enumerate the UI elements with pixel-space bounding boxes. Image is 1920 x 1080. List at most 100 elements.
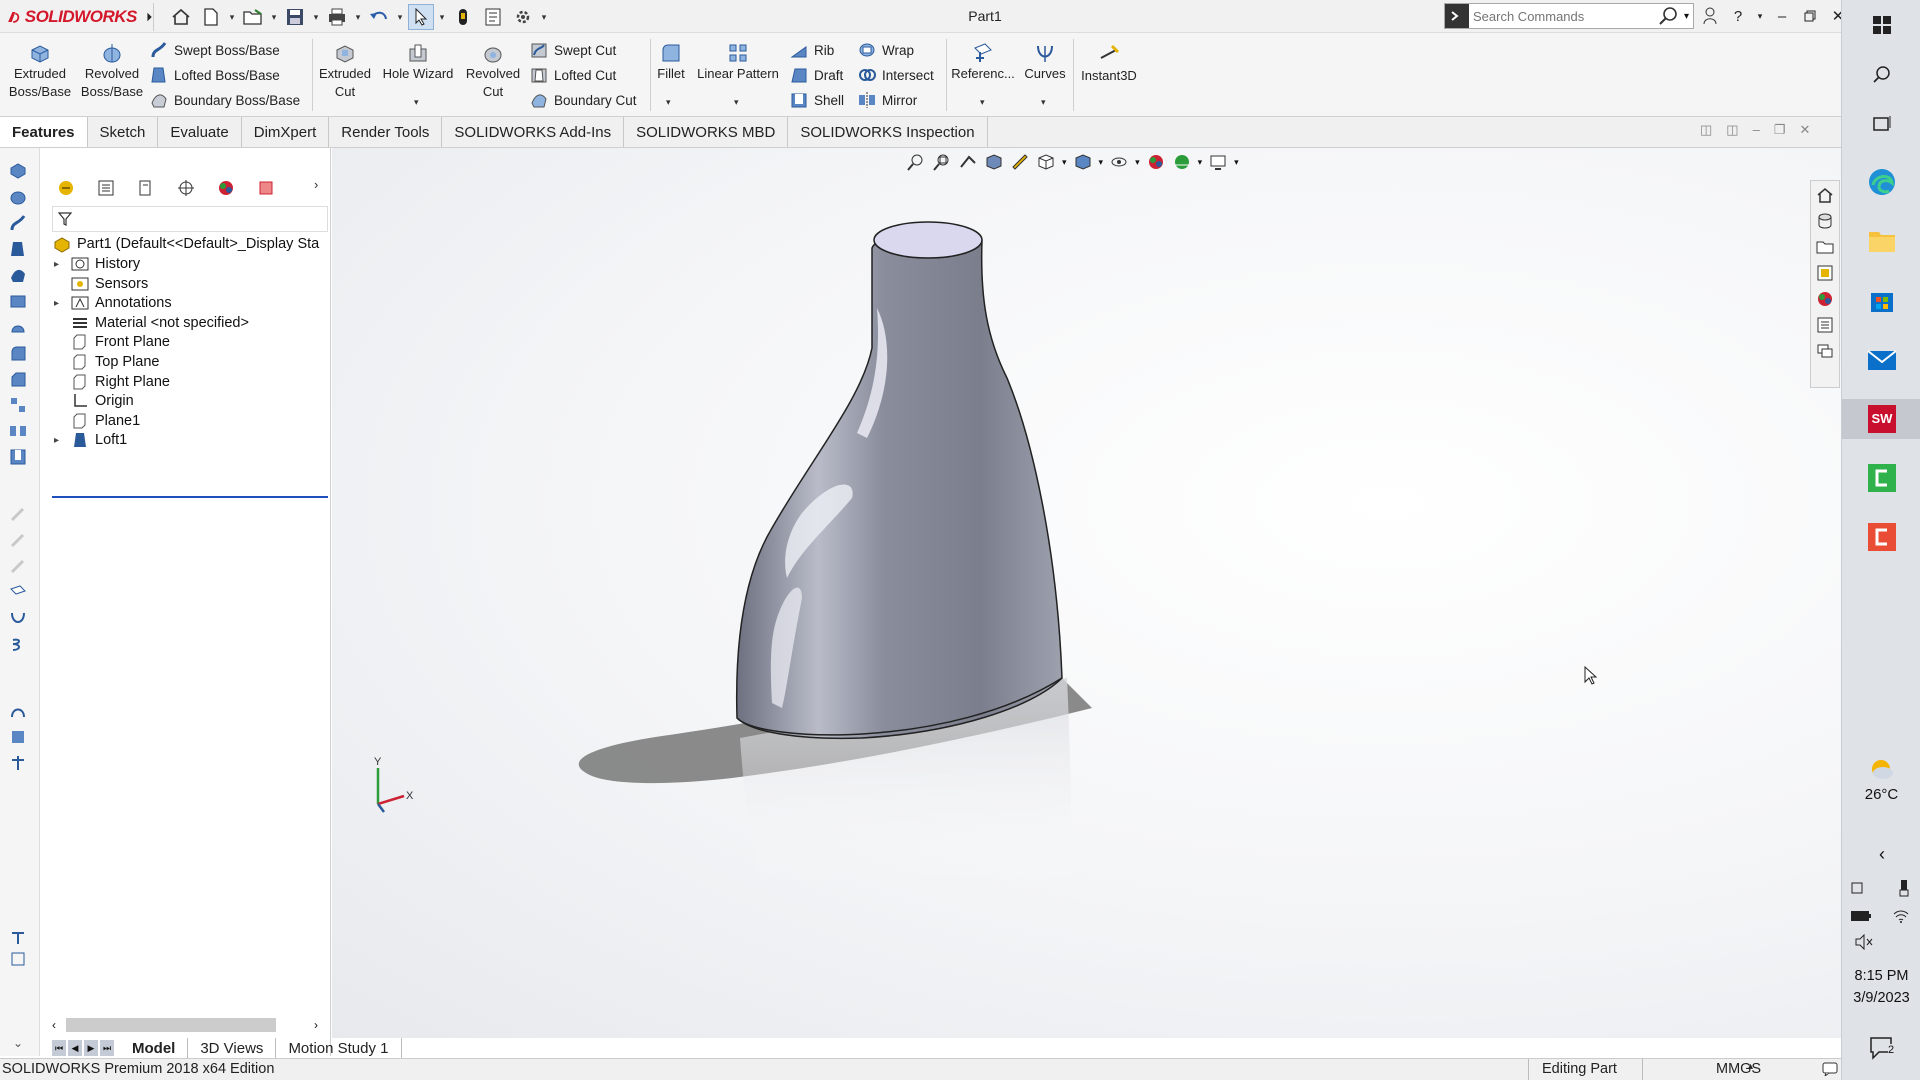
home-icon[interactable] [168, 4, 194, 30]
linear-pattern-button[interactable]: Linear Pattern [692, 41, 784, 83]
displaymanager-tab-icon[interactable] [212, 175, 240, 201]
tab-render-tools[interactable]: Render Tools [329, 117, 443, 147]
lofted-boss-button[interactable]: Lofted Boss/Base [150, 64, 280, 86]
boundary-boss-button[interactable]: Boundary Boss/Base [150, 89, 300, 111]
featuremanager-tab-icon[interactable] [52, 175, 80, 201]
prev-tab-icon[interactable]: ◀ [68, 1040, 82, 1056]
draft-button[interactable]: Draft [790, 64, 843, 86]
user-icon[interactable] [1700, 3, 1720, 29]
instant3d-button[interactable]: Instant3D [1076, 41, 1142, 85]
previous-view-icon[interactable] [958, 152, 978, 172]
doc-restore-icon[interactable]: ❐ [1774, 122, 1786, 138]
search-icon[interactable] [1658, 6, 1680, 26]
revolved-cut-button[interactable]: Revolved Cut [460, 41, 526, 101]
dynamic-annotation-icon[interactable] [1010, 152, 1030, 172]
linear-pattern-dropdown-icon[interactable]: ▾ [734, 97, 739, 108]
search-scope-icon[interactable] [1445, 4, 1469, 28]
select-dropdown-icon[interactable]: ▾ [438, 4, 446, 30]
tab-features[interactable]: Features [0, 117, 88, 147]
doc-close-icon[interactable]: ✕ [1799, 122, 1810, 138]
revolve-shortcut-icon[interactable] [5, 186, 31, 208]
rollback-bar[interactable] [52, 496, 328, 498]
swept-boss-button[interactable]: Swept Boss/Base [150, 39, 280, 61]
search-input[interactable] [1473, 8, 1658, 24]
extruded-boss-button[interactable]: Extruded Boss/Base [8, 41, 72, 101]
cammanager-tab-icon[interactable] [252, 175, 280, 201]
boundary-cut-button[interactable]: Boundary Cut [530, 89, 637, 111]
help-dropdown-icon[interactable]: ▾ [1756, 3, 1764, 29]
clock-date[interactable]: 3/9/2023 [1842, 990, 1920, 1006]
tab-model[interactable]: Model [120, 1038, 189, 1058]
scroll-thumb[interactable] [66, 1018, 276, 1032]
wifi-icon[interactable] [1892, 908, 1910, 924]
expand-more-icon[interactable]: ⌄ [5, 1032, 31, 1054]
view-settings-icon[interactable] [1208, 152, 1228, 172]
section-view-icon[interactable] [984, 152, 1004, 172]
tab-solidworks-add-ins[interactable]: SOLIDWORKS Add-Ins [442, 117, 625, 147]
zoom-to-fit-icon[interactable] [906, 152, 926, 172]
battery-icon[interactable] [1850, 910, 1872, 922]
curve-shortcut-icon[interactable] [5, 608, 31, 630]
usb-device-icon[interactable] [1898, 879, 1910, 897]
tab-scroll-arrows[interactable]: ⏮ ◀ ▶ ⏭ [52, 1040, 114, 1056]
options-shortcut-icon[interactable] [5, 926, 31, 948]
tab-sketch[interactable]: Sketch [88, 117, 159, 147]
bottle-part-model[interactable] [332, 148, 1841, 1038]
tab-motion-study-1[interactable]: Motion Study 1 [276, 1038, 402, 1058]
dimxpertmanager-tab-icon[interactable] [172, 175, 200, 201]
options-dropdown-icon[interactable]: ▾ [540, 4, 548, 30]
solidworks-resources-icon[interactable] [1816, 186, 1834, 204]
microsoft-store-icon[interactable] [1862, 280, 1902, 320]
solidworks-logo[interactable]: SOLIDWORKS [6, 3, 154, 31]
save-dropdown-icon[interactable]: ▾ [312, 4, 320, 30]
customize-shortcut-icon[interactable] [5, 948, 31, 970]
appearances-scenes-icon[interactable] [1816, 290, 1834, 308]
weather-icon[interactable] [1862, 750, 1902, 790]
new-dropdown-icon[interactable]: ▾ [228, 4, 236, 30]
volume-muted-icon[interactable] [1852, 922, 1876, 962]
configurationmanager-tab-icon[interactable] [132, 175, 160, 201]
taskbar-search-icon[interactable] [1862, 55, 1902, 95]
tab-3d-views[interactable]: 3D Views [188, 1038, 277, 1058]
next-tab-icon[interactable]: ▶ [84, 1040, 98, 1056]
view-orientation-icon[interactable] [1036, 152, 1056, 172]
display-style-dropdown-icon[interactable]: ▾ [1099, 157, 1104, 168]
tile-left-icon[interactable]: ◫ [1700, 122, 1712, 138]
extruded-cut-button[interactable]: Extruded Cut [314, 41, 376, 101]
undo-icon[interactable] [366, 4, 392, 30]
mass-properties-shortcut-icon[interactable] [5, 726, 31, 748]
windows-start-icon[interactable] [1862, 5, 1902, 45]
file-explorer-icon[interactable] [1816, 238, 1834, 256]
notifications-icon[interactable] [1862, 1028, 1902, 1068]
tree-filter[interactable] [52, 206, 328, 232]
chamfer-shortcut-icon[interactable] [5, 368, 31, 390]
minimize-icon[interactable]: – [1772, 3, 1792, 29]
search-dropdown-icon[interactable]: ▾ [1680, 11, 1693, 22]
mirror-button[interactable]: Mirror [858, 89, 917, 111]
menu-arrow-icon[interactable] [146, 10, 153, 24]
reference-shortcut-icon[interactable] [5, 582, 31, 604]
fillet-shortcut-icon[interactable] [5, 342, 31, 364]
view-settings-dropdown-icon[interactable]: ▾ [1234, 157, 1239, 168]
reference-geometry-button[interactable]: Referenc... [950, 41, 1016, 83]
undo-dropdown-icon[interactable]: ▾ [396, 4, 404, 30]
tile-right-icon[interactable]: ◫ [1726, 122, 1738, 138]
sweep-shortcut-icon[interactable] [5, 212, 31, 234]
options-gear-icon[interactable] [510, 4, 536, 30]
display-style-icon[interactable] [1073, 152, 1093, 172]
hide-show-dropdown-icon[interactable]: ▾ [1135, 157, 1140, 168]
edge-browser-icon[interactable] [1862, 162, 1902, 202]
clock-time[interactable]: 8:15 PM [1842, 968, 1920, 984]
doc-minimize-icon[interactable]: – [1753, 122, 1760, 138]
fillet-dropdown-icon[interactable]: ▾ [666, 97, 671, 108]
print-icon[interactable] [324, 4, 350, 30]
shell-shortcut-icon[interactable] [5, 316, 31, 338]
loft-shortcut-icon[interactable] [5, 238, 31, 260]
swept-cut-button[interactable]: Swept Cut [530, 39, 616, 61]
wrap-button[interactable]: Wrap [858, 39, 914, 61]
tab-solidworks-inspection[interactable]: SOLIDWORKS Inspection [788, 117, 988, 147]
tab-dimxpert[interactable]: DimXpert [242, 117, 330, 147]
red-app-icon[interactable] [1862, 517, 1902, 557]
filter-icon[interactable] [57, 211, 73, 227]
intersect-button[interactable]: Intersect [858, 64, 934, 86]
